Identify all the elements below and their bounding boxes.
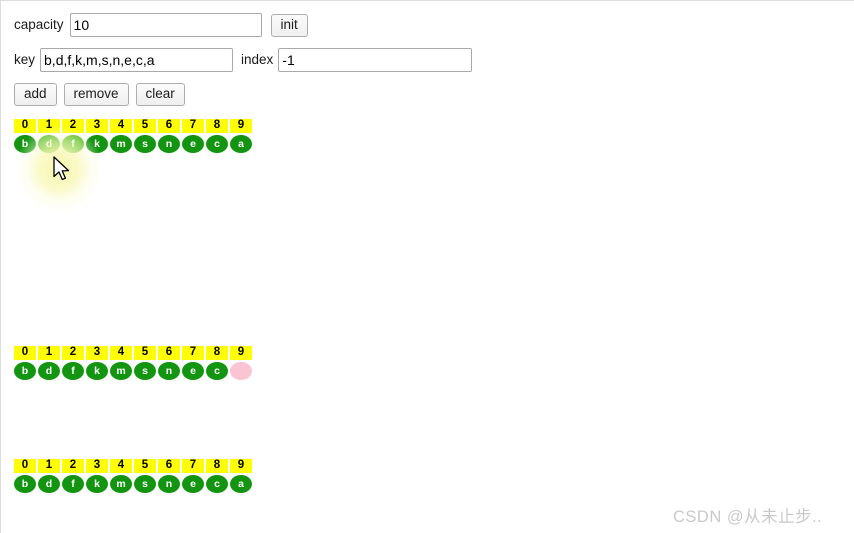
capacity-input[interactable] bbox=[69, 13, 262, 37]
array-node[interactable]: d bbox=[38, 362, 60, 380]
index-cell: 7 bbox=[182, 346, 204, 360]
index-cell: 3 bbox=[86, 119, 108, 133]
array-node[interactable]: s bbox=[134, 475, 156, 493]
array-node[interactable]: k bbox=[86, 135, 108, 153]
array-node[interactable]: c bbox=[206, 135, 228, 153]
index-input[interactable] bbox=[278, 48, 473, 72]
array-node[interactable]: k bbox=[86, 362, 108, 380]
index-label: index bbox=[241, 52, 274, 68]
index-cell: 8 bbox=[206, 346, 228, 360]
index-cell: 0 bbox=[14, 459, 36, 473]
array-node-empty[interactable] bbox=[230, 362, 252, 380]
array-node[interactable]: k bbox=[86, 475, 108, 493]
init-button[interactable]: init bbox=[270, 13, 308, 37]
index-cell: 6 bbox=[158, 346, 180, 360]
index-cell: 0 bbox=[14, 346, 36, 360]
array-node[interactable]: c bbox=[206, 362, 228, 380]
array-node[interactable]: s bbox=[134, 135, 156, 153]
array-node[interactable]: d bbox=[38, 475, 60, 493]
index-cell: 2 bbox=[62, 346, 84, 360]
remove-button[interactable]: remove bbox=[63, 83, 129, 106]
array-node[interactable]: m bbox=[110, 135, 132, 153]
array-node[interactable]: e bbox=[182, 135, 204, 153]
watermark-text: CSDN @从未止步.. bbox=[673, 508, 823, 526]
index-cell: 4 bbox=[110, 459, 132, 473]
index-cell: 9 bbox=[230, 346, 252, 360]
array-node[interactable]: m bbox=[110, 362, 132, 380]
action-buttons-row: add remove clear bbox=[14, 83, 185, 106]
index-cell: 4 bbox=[110, 119, 132, 133]
array-node[interactable]: e bbox=[182, 475, 204, 493]
array-node[interactable]: e bbox=[182, 362, 204, 380]
array-row-bottom: 0123456789 bdfkmsneca bbox=[14, 459, 252, 493]
capacity-label: capacity bbox=[14, 17, 64, 33]
index-cell: 1 bbox=[38, 346, 60, 360]
index-cell: 2 bbox=[62, 459, 84, 473]
index-cell: 5 bbox=[134, 459, 156, 473]
clear-button[interactable]: clear bbox=[135, 83, 185, 106]
index-cell: 4 bbox=[110, 346, 132, 360]
page-content: capacity init key index add remove clear… bbox=[1, 1, 854, 533]
index-cell: 3 bbox=[86, 459, 108, 473]
mouse-cursor-icon bbox=[53, 156, 70, 181]
array-node[interactable]: n bbox=[158, 135, 180, 153]
index-cell: 8 bbox=[206, 119, 228, 133]
array-node[interactable]: a bbox=[230, 475, 252, 493]
index-cell: 5 bbox=[134, 119, 156, 133]
index-cell: 1 bbox=[38, 459, 60, 473]
index-cell: 3 bbox=[86, 346, 108, 360]
index-cell: 5 bbox=[134, 346, 156, 360]
index-row: 0123456789 bbox=[14, 119, 252, 133]
array-node[interactable]: n bbox=[158, 362, 180, 380]
array-node[interactable]: d bbox=[38, 135, 60, 153]
index-cell: 9 bbox=[230, 459, 252, 473]
array-row-middle: 0123456789 bdfkmsnec bbox=[14, 346, 252, 380]
array-node[interactable]: f bbox=[62, 362, 84, 380]
index-cell: 2 bbox=[62, 119, 84, 133]
index-cell: 9 bbox=[230, 119, 252, 133]
index-cell: 7 bbox=[182, 459, 204, 473]
array-node[interactable]: b bbox=[14, 362, 36, 380]
index-cell: 6 bbox=[158, 119, 180, 133]
array-node[interactable]: c bbox=[206, 475, 228, 493]
index-row: 0123456789 bbox=[14, 346, 252, 360]
key-input[interactable] bbox=[40, 48, 234, 72]
array-node[interactable]: a bbox=[230, 135, 252, 153]
index-cell: 1 bbox=[38, 119, 60, 133]
index-cell: 7 bbox=[182, 119, 204, 133]
array-node[interactable]: f bbox=[62, 135, 84, 153]
key-label: key bbox=[14, 52, 36, 68]
array-node[interactable]: f bbox=[62, 475, 84, 493]
index-cell: 8 bbox=[206, 459, 228, 473]
array-node[interactable]: b bbox=[14, 475, 36, 493]
array-node[interactable]: n bbox=[158, 475, 180, 493]
array-node[interactable]: s bbox=[134, 362, 156, 380]
index-cell: 0 bbox=[14, 119, 36, 133]
node-row: bdfkmsneca bbox=[14, 135, 252, 153]
index-cell: 6 bbox=[158, 459, 180, 473]
array-node[interactable]: m bbox=[110, 475, 132, 493]
add-button[interactable]: add bbox=[14, 83, 57, 106]
node-row: bdfkmsnec bbox=[14, 362, 252, 380]
array-row-top: 0123456789 bdfkmsneca bbox=[14, 119, 252, 153]
capacity-row: capacity init bbox=[14, 13, 308, 37]
key-index-row: key index bbox=[14, 48, 473, 72]
node-row: bdfkmsneca bbox=[14, 475, 252, 493]
index-row: 0123456789 bbox=[14, 459, 252, 473]
array-node[interactable]: b bbox=[14, 135, 36, 153]
browser-viewport: capacity init key index add remove clear… bbox=[0, 0, 854, 533]
